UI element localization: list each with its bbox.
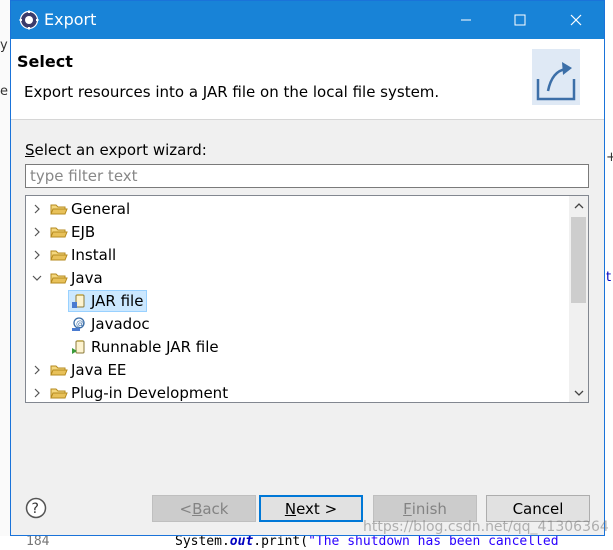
tree-item-label: Java — [71, 269, 103, 287]
chevron-right-icon[interactable] — [30, 363, 44, 377]
folder-icon — [50, 201, 68, 217]
watermark: https://blog.csdn.net/qq_41306364 — [363, 519, 609, 535]
title-bar[interactable]: Export — [11, 1, 604, 39]
chevron-right-icon[interactable] — [30, 386, 44, 400]
folder-icon — [50, 247, 68, 263]
chevron-right-icon[interactable] — [30, 202, 44, 216]
select-wizard-label: Select an export wizard: — [25, 141, 207, 159]
scroll-thumb[interactable] — [571, 217, 586, 303]
wizard-tree[interactable]: General EJB Install Java JAR file @ Java… — [25, 195, 589, 403]
maximize-button[interactable] — [493, 1, 547, 39]
window-title: Export — [44, 10, 97, 29]
javadoc-icon: @ — [70, 316, 88, 332]
line-number: 184 — [26, 534, 50, 549]
chevron-down-icon[interactable] — [30, 271, 44, 285]
folder-icon — [50, 362, 68, 378]
eclipse-gear-icon — [19, 10, 39, 30]
code-text: System.out.print("The shutdown has been … — [175, 534, 559, 549]
folder-icon — [50, 224, 68, 240]
background-text-fragment: y — [0, 38, 8, 53]
tree-item-label: Javadoc — [91, 315, 150, 333]
svg-text:@: @ — [76, 319, 84, 328]
chevron-down-icon — [574, 390, 583, 396]
tree-item-label: JAR file — [91, 292, 144, 310]
page-description: Export resources into a JAR file on the … — [24, 83, 440, 101]
runnable-jar-icon — [70, 339, 88, 355]
close-button[interactable] — [549, 1, 603, 39]
cancel-button[interactable]: Cancel — [486, 495, 590, 522]
tree-item-label: General — [71, 200, 131, 218]
finish-button[interactable]: Finish — [373, 495, 477, 522]
export-wizard-icon — [532, 49, 580, 105]
svg-text:?: ? — [32, 501, 39, 517]
background-text-fragment: + — [606, 150, 613, 165]
scroll-up-button[interactable] — [569, 196, 588, 215]
folder-open-icon — [50, 270, 68, 286]
background-text-fragment: t — [606, 270, 612, 285]
tree-item-javadoc[interactable]: @ Javadoc — [70, 313, 588, 335]
tree-item-ejb[interactable]: EJB — [30, 221, 570, 243]
help-icon[interactable]: ? — [25, 497, 47, 519]
jar-file-icon — [70, 293, 88, 309]
maximize-icon — [514, 14, 526, 26]
tree-item-label: Java EE — [71, 361, 127, 379]
next-button[interactable]: Next > — [259, 495, 363, 522]
vertical-scrollbar[interactable] — [569, 196, 588, 402]
tree-item-install[interactable]: Install — [30, 244, 570, 266]
tree-item-java[interactable]: Java — [30, 267, 570, 289]
folder-icon — [50, 385, 68, 401]
tree-item-label: Runnable JAR file — [91, 338, 219, 356]
background-editor-right: + t — [605, 0, 613, 550]
chevron-up-icon — [574, 202, 583, 208]
minimize-button[interactable] — [439, 1, 493, 39]
chevron-right-icon[interactable] — [30, 248, 44, 262]
tree-item-general[interactable]: General — [30, 198, 570, 220]
wizard-header: Select Export resources into a JAR file … — [11, 39, 604, 120]
background-editor-left — [0, 0, 10, 550]
export-dialog: Export Select Export resources into a JA… — [10, 0, 609, 536]
background-text-fragment: e — [0, 84, 8, 99]
tree-item-java-ee[interactable]: Java EE — [30, 359, 570, 381]
filter-input[interactable] — [25, 164, 589, 188]
close-icon — [570, 14, 582, 26]
tree-item-label: Install — [71, 246, 117, 264]
chevron-right-icon[interactable] — [30, 225, 44, 239]
tree-item-label: Plug-in Development — [71, 384, 229, 402]
scroll-down-button[interactable] — [569, 383, 588, 402]
tree-item-label: EJB — [71, 223, 96, 241]
tree-item-runnable-jar-file[interactable]: Runnable JAR file — [70, 336, 588, 358]
page-title: Select — [17, 52, 73, 71]
selection-highlight: JAR file — [68, 290, 148, 312]
tree-item-jar-file[interactable]: JAR file — [68, 290, 588, 312]
background-code-line: 184 System.out.print("The shutdown has b… — [0, 534, 613, 550]
back-button[interactable]: < Back — [152, 495, 256, 522]
minimize-icon — [461, 19, 471, 21]
tree-item-plug-in-development[interactable]: Plug-in Development — [30, 382, 570, 402]
